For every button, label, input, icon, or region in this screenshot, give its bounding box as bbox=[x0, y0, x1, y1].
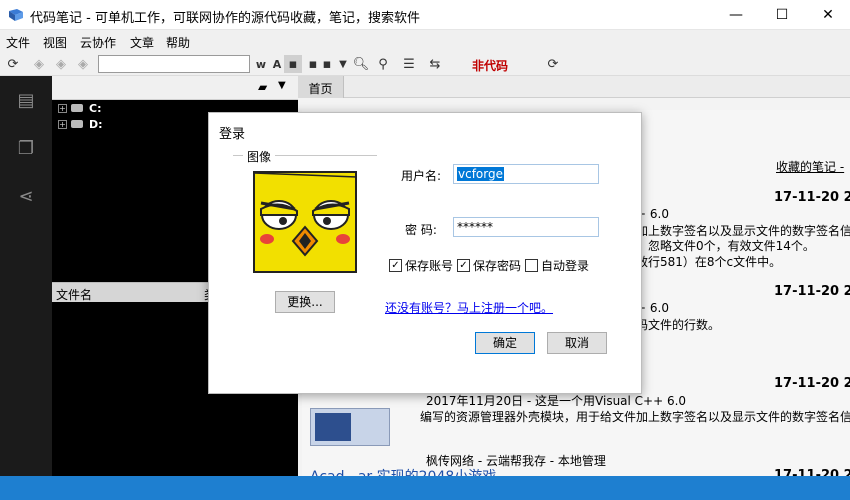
menu-help[interactable]: 帮助 bbox=[166, 34, 190, 51]
cube-open-icon[interactable]: ◈ bbox=[52, 55, 70, 73]
username-value: vcforge bbox=[457, 167, 504, 181]
expand-icon[interactable]: + bbox=[58, 103, 67, 113]
sync-icon[interactable]: ⟳ bbox=[4, 55, 22, 73]
status-bar bbox=[0, 476, 850, 500]
entry-line: 效行581）在8个c文件中。 bbox=[636, 255, 782, 269]
favorites-link[interactable]: 收藏的笔记 - bbox=[776, 158, 844, 175]
entry-line: 编写的资源管理器外壳模块，用于给文件加上数字签名以及显示文件的数字签名信 bbox=[420, 410, 850, 424]
expand-icon[interactable]: + bbox=[58, 119, 67, 129]
checkbox-icon[interactable] bbox=[525, 259, 538, 272]
maximize-button[interactable]: ☐ bbox=[759, 0, 805, 30]
cube-closed-icon[interactable]: ◈ bbox=[74, 55, 92, 73]
auto-login-checkbox[interactable]: 自动登录 bbox=[525, 257, 589, 274]
drive-label: C: bbox=[89, 101, 102, 115]
menu-article[interactable]: 文章 bbox=[130, 34, 154, 51]
app-icon bbox=[9, 9, 23, 21]
menu-view[interactable]: 视图 bbox=[43, 34, 67, 51]
drive-icon bbox=[71, 120, 83, 128]
tree-header: ▰ ▼ bbox=[52, 76, 298, 100]
folder-icon[interactable]: ▰ bbox=[258, 80, 267, 94]
left-rail: ▤ ❐ ⋖ bbox=[0, 76, 52, 476]
tab-bar: 首页 bbox=[298, 76, 850, 98]
tab-home[interactable]: 首页 bbox=[298, 76, 344, 98]
auto-login-label: 自动登录 bbox=[541, 259, 590, 273]
refresh-icon[interactable]: ⟳ bbox=[544, 55, 562, 73]
save-account-label: 保存账号 bbox=[405, 259, 454, 273]
entry-date: 17-11-20 2 bbox=[774, 190, 850, 205]
wrap-icon[interactable]: ⇆ bbox=[426, 55, 444, 73]
avatar-image bbox=[253, 171, 357, 273]
close-button[interactable]: ✕ bbox=[805, 0, 850, 30]
share-icon[interactable]: ⋖ bbox=[14, 184, 38, 208]
save-account-checkbox[interactable]: 保存账号 bbox=[389, 257, 453, 274]
minimize-button[interactable]: — bbox=[713, 0, 759, 30]
column-filename[interactable]: 文件名 bbox=[56, 286, 92, 303]
menu-file[interactable]: 文件 bbox=[6, 34, 30, 51]
tree-node-c[interactable]: + C: bbox=[58, 100, 101, 116]
search-icon[interactable]: 🔍︎ bbox=[352, 55, 370, 73]
login-dialog: 登录 图像 更换... 用户名: vcforge 密 码: ****** 保存账… bbox=[208, 112, 642, 394]
entry-line: ，忽略文件0个，有效文件14个。 bbox=[636, 239, 815, 253]
entry-date: 17-11-20 2 bbox=[774, 284, 850, 299]
window-title: 代码笔记 - 可单机工作，可联网协作的源代码收藏，笔记，搜索软件 bbox=[30, 11, 420, 26]
noncode-label[interactable]: 非代码 bbox=[472, 57, 508, 74]
ok-button[interactable]: 确定 bbox=[475, 332, 535, 354]
change-avatar-button[interactable]: 更换... bbox=[275, 291, 335, 313]
checkbox-icon[interactable] bbox=[457, 259, 470, 272]
avatar-group-label: 图像 bbox=[243, 148, 276, 165]
entry-date: 17-11-20 2 bbox=[774, 376, 850, 391]
checkbox-icon[interactable] bbox=[389, 259, 402, 272]
printer-icon[interactable]: ▤ bbox=[14, 88, 38, 112]
title-bar: 代码笔记 - 可单机工作，可联网协作的源代码收藏，笔记，搜索软件 — ☐ ✕ bbox=[0, 0, 850, 30]
copy-icon[interactable]: ❐ bbox=[14, 136, 38, 160]
password-field[interactable]: ****** bbox=[453, 217, 599, 237]
save-password-label: 保存密码 bbox=[473, 259, 522, 273]
entry-line: 码文件的行数。 bbox=[636, 318, 721, 332]
save-password-checkbox[interactable]: 保存密码 bbox=[457, 257, 521, 274]
tree-node-d[interactable]: + D: bbox=[58, 116, 103, 132]
panel-toggle-icon[interactable]: ▪ bbox=[284, 55, 302, 73]
dropdown-arrow-icon[interactable]: ▼ bbox=[334, 55, 352, 73]
username-field[interactable]: vcforge bbox=[453, 164, 599, 184]
entry-thumbnail[interactable] bbox=[310, 408, 390, 446]
document-icon[interactable]: ☰ bbox=[400, 55, 418, 73]
cancel-button[interactable]: 取消 bbox=[547, 332, 607, 354]
username-label: 用户名: bbox=[401, 169, 442, 183]
find-icon[interactable]: ⚲ bbox=[374, 55, 392, 73]
menu-cloud[interactable]: 云协作 bbox=[80, 34, 116, 51]
chevron-down-icon[interactable]: ▼ bbox=[278, 80, 286, 91]
toolbar: ⟳ ◈ ◈ ◈ w A ▪ ▪ ▪ ▼ 🔍︎ ⚲ ☰ ⇆ 非代码 ⟳ bbox=[0, 52, 850, 76]
password-label: 密 码: bbox=[405, 223, 437, 237]
search-input[interactable] bbox=[98, 55, 250, 73]
register-link[interactable]: 还没有账号？马上注册一个吧。 bbox=[385, 299, 553, 316]
drive-label: D: bbox=[89, 117, 103, 131]
cube-icon[interactable]: ◈ bbox=[30, 55, 48, 73]
drive-icon bbox=[71, 104, 83, 112]
entry-line: 2017年11月20日 - 这是一个用Visual C++ 6.0 bbox=[426, 394, 687, 408]
dialog-title: 登录 bbox=[219, 127, 246, 142]
menu-bar: 文件 视图 云协作 文章 帮助 bbox=[0, 30, 850, 52]
